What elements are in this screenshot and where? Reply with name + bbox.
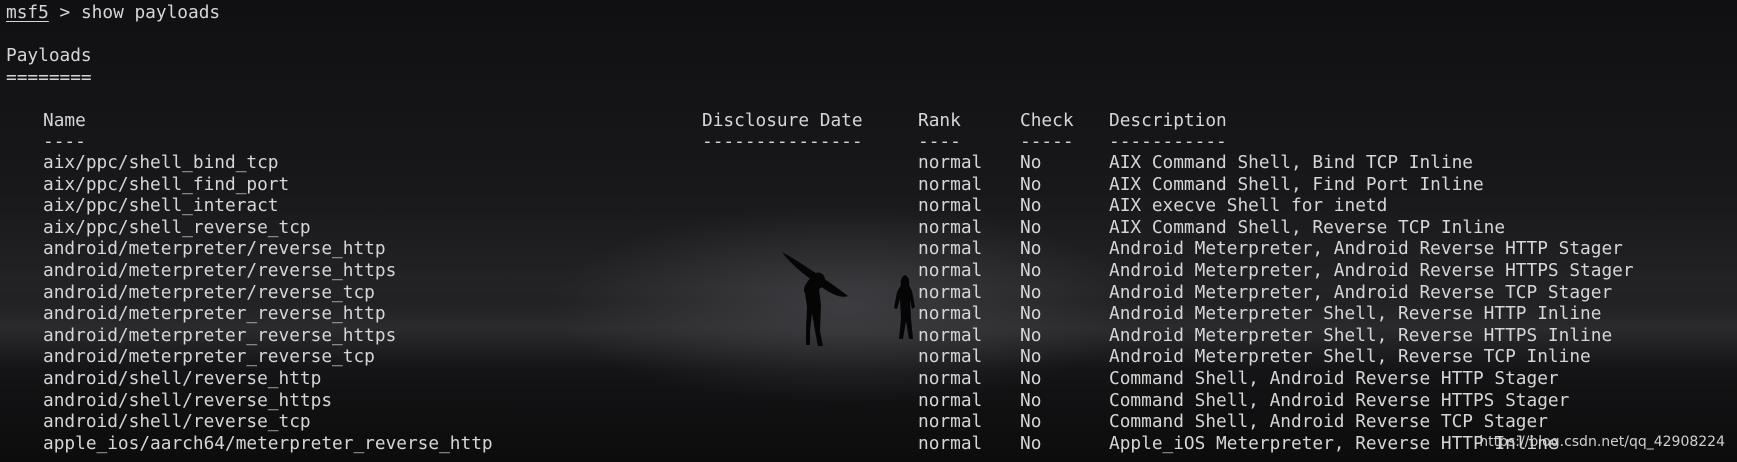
payload-rank: normal (918, 281, 983, 303)
payload-name: apple_ios/aarch64/meterpreter_reverse_ht… (43, 432, 493, 454)
payload-check: No (1020, 368, 1042, 389)
payload-check: No (1020, 389, 1042, 411)
prompt-separator: > (48, 2, 81, 23)
payload-name: aix/ppc/shell_find_port (43, 173, 290, 195)
payload-rank: normal (918, 411, 983, 433)
payload-description: Android Meterpreter Shell, Reverse TCP I… (1109, 346, 1591, 368)
payload-check: No (1020, 346, 1042, 368)
payload-rank: normal (918, 346, 983, 368)
table-row: android/meterpreter_reverse_tcp normal No A… (0, 346, 1737, 368)
payload-rank: normal (918, 368, 983, 389)
payload-rank: normal (918, 173, 983, 195)
table-row: android/meterpreter/reverse_tcp normal No A… (0, 282, 1737, 304)
payload-description: Android Meterpreter, Android Reverse HTT… (1109, 238, 1623, 260)
divider-disclosure-date: --------------- (702, 131, 863, 152)
table-row: android/shell/reverse_tcp normal No Command… (0, 411, 1737, 433)
payload-name: aix/ppc/shell_bind_tcp (43, 152, 279, 173)
divider-description: ----------- (1109, 131, 1227, 152)
payload-check: No (1020, 195, 1042, 217)
prompt-name: msf5 (6, 2, 49, 23)
divider-check: ----- (1020, 131, 1074, 152)
terminal-window[interactable]: msf5 > show payloads Payloads ======== N… (0, 0, 1737, 462)
payload-rank: normal (918, 238, 983, 260)
payload-description: AIX Command Shell, Bind TCP Inline (1109, 152, 1473, 173)
payload-description: Command Shell, Android Reverse HTTP Stag… (1109, 368, 1559, 389)
header-description: Description (1109, 110, 1227, 131)
payload-rank: normal (918, 195, 983, 217)
payload-name: android/meterpreter_reverse_https (43, 324, 397, 346)
header-disclosure-date: Disclosure Date (702, 110, 863, 131)
payload-rank: normal (918, 216, 983, 238)
table-row: android/meterpreter/reverse_http normal No… (0, 238, 1737, 260)
payload-rank: normal (918, 432, 983, 454)
payload-rank: normal (918, 389, 983, 411)
payload-description: Android Meterpreter Shell, Reverse HTTPS… (1109, 324, 1613, 346)
header-rank: Rank (918, 110, 961, 131)
payload-check: No (1020, 324, 1042, 346)
payload-name: android/meterpreter/reverse_http (43, 238, 386, 260)
table-header-row: Name Disclosure Date Rank Check Descript… (0, 110, 1737, 132)
payload-name: aix/ppc/shell_reverse_tcp (43, 216, 311, 238)
payload-rank: normal (918, 303, 983, 325)
payload-description: Android Meterpreter Shell, Reverse HTTP … (1109, 303, 1602, 325)
payload-description: AIX Command Shell, Find Port Inline (1109, 173, 1484, 195)
payload-rank: normal (918, 324, 983, 346)
payload-name: aix/ppc/shell_interact (43, 195, 279, 217)
table-row: android/meterpreter_reverse_https normal N… (0, 325, 1737, 347)
section-title: Payloads (6, 45, 92, 66)
table-row: aix/ppc/shell_find_port normal No AIX Comma… (0, 174, 1737, 196)
command-prompt-line: msf5 > show payloads (6, 2, 220, 24)
table-row: android/meterpreter/reverse_https normal N… (0, 260, 1737, 282)
payload-name: android/meterpreter_reverse_tcp (43, 346, 375, 368)
header-check: Check (1020, 110, 1074, 131)
payload-description: Command Shell, Android Reverse HTTPS Sta… (1109, 389, 1570, 411)
payload-description: AIX Command Shell, Reverse TCP Inline (1109, 216, 1506, 238)
payload-description: AIX execve Shell for inetd (1109, 195, 1388, 217)
payload-description: Android Meterpreter, Android Reverse HTT… (1109, 260, 1634, 281)
table-row: apple_ios/aarch64/meterpreter_reverse_ht… (0, 433, 1737, 455)
payload-name: android/shell/reverse_http (43, 368, 322, 389)
payload-check: No (1020, 173, 1042, 195)
payload-name: android/shell/reverse_https (43, 389, 333, 411)
divider-name: ---- (43, 131, 86, 152)
table-divider-row: ---- --------------- ---- ----- --------… (0, 131, 1737, 153)
payload-name: android/shell/reverse_tcp (43, 411, 311, 433)
payload-rank: normal (918, 260, 983, 281)
table-row: aix/ppc/shell_interact normal No AIX execve… (0, 195, 1737, 217)
payload-check: No (1020, 281, 1042, 303)
payload-name: android/meterpreter/reverse_https (43, 260, 397, 281)
table-row: aix/ppc/shell_bind_tcp normal No AIX Comman… (0, 152, 1737, 174)
payload-check: No (1020, 216, 1042, 238)
payload-check: No (1020, 238, 1042, 260)
payload-check: No (1020, 432, 1042, 454)
payload-check: No (1020, 260, 1042, 281)
watermark-url: https://blog.csdn.net/qq_42908224 (1479, 434, 1725, 450)
payload-name: android/meterpreter_reverse_http (43, 303, 386, 325)
table-row: aix/ppc/shell_reverse_tcp normal No AIX Com… (0, 217, 1737, 239)
table-row: android/shell/reverse_http normal No Comman… (0, 368, 1737, 390)
header-name: Name (43, 110, 86, 131)
payload-check: No (1020, 152, 1042, 173)
payload-rank: normal (918, 152, 983, 173)
payload-description: Android Meterpreter, Android Reverse TCP… (1109, 281, 1613, 303)
payload-check: No (1020, 411, 1042, 433)
table-row: android/shell/reverse_https normal No Comma… (0, 390, 1737, 412)
payload-description: Command Shell, Android Reverse TCP Stage… (1109, 411, 1548, 433)
section-title-underline: ======== (6, 67, 92, 88)
table-row: android/meterpreter_reverse_http normal No… (0, 303, 1737, 325)
prompt-command: show payloads (80, 2, 221, 23)
payload-name: android/meterpreter/reverse_tcp (43, 281, 375, 303)
divider-rank: ---- (918, 131, 961, 152)
payload-check: No (1020, 303, 1042, 325)
